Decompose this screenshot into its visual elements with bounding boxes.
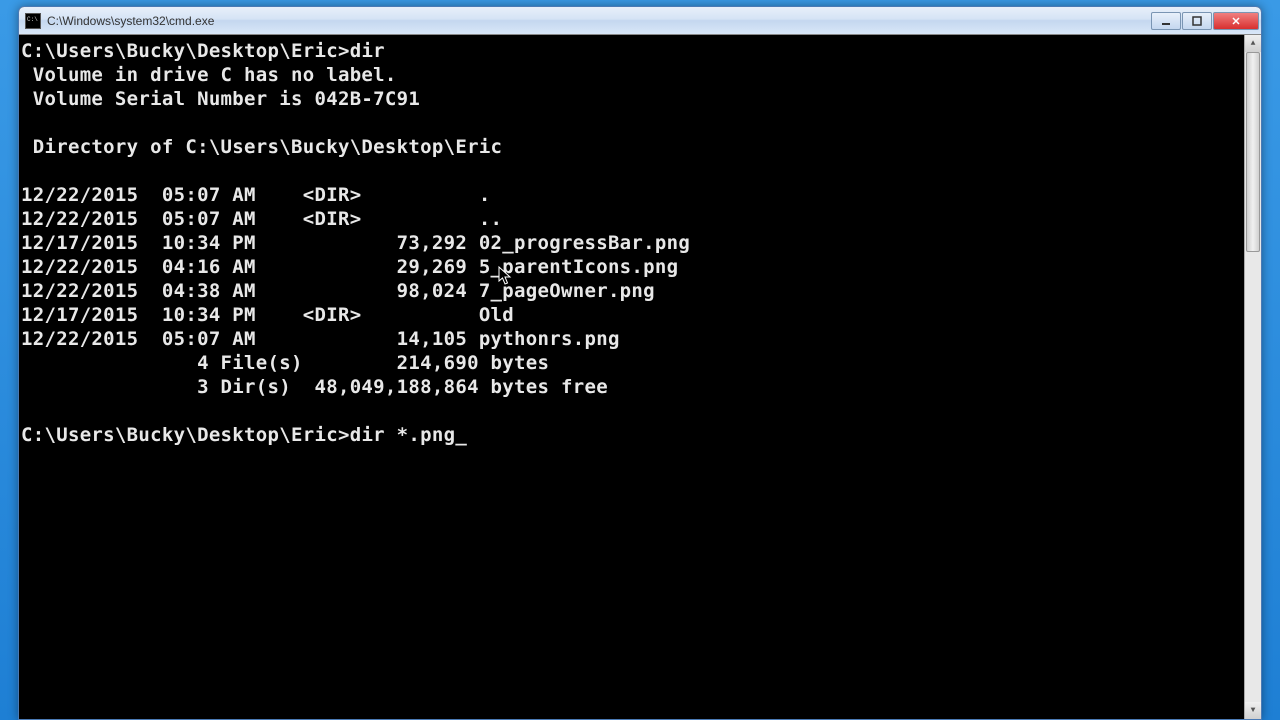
prompt: C:\Users\Bucky\Desktop\Eric> <box>21 424 350 446</box>
minimize-icon <box>1161 16 1171 26</box>
cmd-icon <box>25 13 41 29</box>
prompt: C:\Users\Bucky\Desktop\Eric> <box>21 40 350 62</box>
dir-entry: 12/17/2015 10:34 PM 73,292 02_progressBa… <box>21 232 690 254</box>
dir-entry: 12/22/2015 04:38 AM 98,024 7_pageOwner.p… <box>21 280 655 302</box>
maximize-button[interactable] <box>1182 12 1212 30</box>
dir-entry: 12/22/2015 05:07 AM <DIR> . <box>21 184 491 206</box>
window-title: C:\Windows\system32\cmd.exe <box>47 14 1150 28</box>
output-line: 3 Dir(s) 48,049,188,864 bytes free <box>21 376 608 398</box>
dir-entry: 12/17/2015 10:34 PM <DIR> Old <box>21 304 514 326</box>
window-controls <box>1150 12 1259 30</box>
close-button[interactable] <box>1213 12 1259 30</box>
terminal-output[interactable]: C:\Users\Bucky\Desktop\Eric>dir Volume i… <box>19 35 1244 719</box>
command: dir <box>350 40 385 62</box>
dir-entry: 12/22/2015 05:07 AM <DIR> .. <box>21 208 502 230</box>
scroll-down-button[interactable]: ▼ <box>1245 702 1261 719</box>
maximize-icon <box>1192 16 1202 26</box>
output-line: Volume Serial Number is 042B-7C91 <box>21 88 420 110</box>
output-line: 4 File(s) 214,690 bytes <box>21 352 549 374</box>
vertical-scrollbar[interactable]: ▲ ▼ <box>1244 35 1261 719</box>
titlebar[interactable]: C:\Windows\system32\cmd.exe <box>19 7 1261 35</box>
output-line: Directory of C:\Users\Bucky\Desktop\Eric <box>21 136 502 158</box>
terminal-area: C:\Users\Bucky\Desktop\Eric>dir Volume i… <box>19 35 1261 719</box>
scroll-thumb[interactable] <box>1246 52 1260 252</box>
command-input[interactable]: dir *.png <box>350 424 467 446</box>
dir-entry: 12/22/2015 05:07 AM 14,105 pythonrs.png <box>21 328 620 350</box>
cmd-window: C:\Windows\system32\cmd.exe C:\Users\Buc… <box>18 6 1262 720</box>
minimize-button[interactable] <box>1151 12 1181 30</box>
dir-entry: 12/22/2015 04:16 AM 29,269 5_parentIcons… <box>21 256 678 278</box>
close-icon <box>1231 16 1241 26</box>
output-line: Volume in drive C has no label. <box>21 64 397 86</box>
scroll-up-button[interactable]: ▲ <box>1245 35 1261 52</box>
